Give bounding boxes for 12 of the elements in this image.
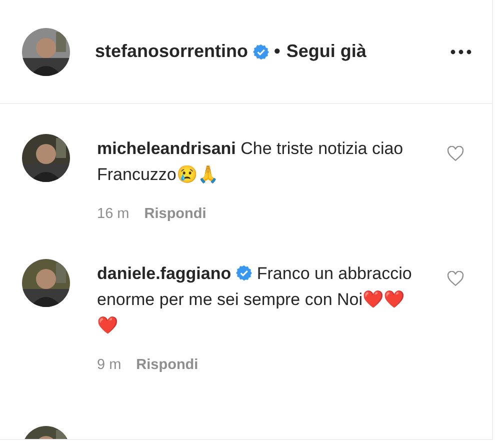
comment-text: daniele.faggiano Franco un abbraccio enorme per me sei sempre con Noi❤❤❤ [97, 263, 412, 337]
username-link[interactable]: micheleandrisani [97, 139, 236, 158]
like-heart-icon[interactable] [447, 146, 464, 162]
username-link[interactable]: daniele.faggiano [97, 264, 232, 283]
like-heart-icon[interactable] [447, 271, 464, 287]
comment-time: 9 m [97, 357, 122, 373]
username-link[interactable]: stefanosorrentino [95, 41, 248, 62]
comment-text: micheleandrisani Che triste notizia ciao Francuzzo😢🙏 [97, 138, 404, 186]
comment-time: 16 m [97, 206, 130, 222]
separator-dot: • [274, 41, 280, 62]
more-options-icon[interactable] [450, 48, 472, 54]
follow-status-button[interactable]: Segui già [286, 41, 366, 62]
